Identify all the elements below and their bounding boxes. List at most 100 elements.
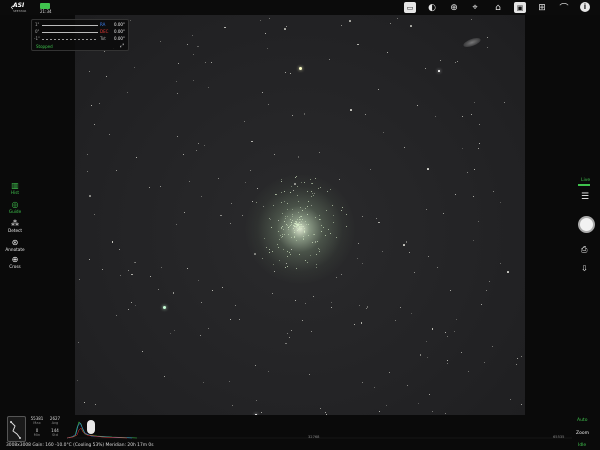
- star: [462, 116, 464, 118]
- star: [207, 328, 209, 330]
- star: [442, 213, 444, 215]
- star: [271, 292, 273, 294]
- star: [404, 146, 406, 148]
- star: [377, 89, 379, 91]
- star: [365, 307, 367, 309]
- star: [267, 371, 269, 373]
- expand-icon[interactable]: ⤢: [120, 43, 124, 49]
- star: [427, 168, 429, 170]
- cluster-star: [300, 220, 302, 222]
- star: [116, 315, 118, 317]
- star: [102, 268, 104, 270]
- star: [175, 224, 177, 226]
- star: [290, 329, 292, 331]
- star: [516, 364, 518, 366]
- tool-guide-label: Guide: [8, 209, 22, 214]
- star: [417, 402, 419, 404]
- star: [303, 112, 306, 115]
- star: [331, 307, 333, 309]
- cluster-star: [319, 250, 321, 252]
- star: [193, 80, 195, 82]
- compare-icon[interactable]: ▣: [514, 2, 526, 13]
- dome-icon[interactable]: ⌂: [492, 2, 504, 13]
- tool-guide[interactable]: ◎ Guide: [4, 200, 26, 214]
- star: [329, 59, 331, 60]
- star: [486, 289, 488, 291]
- star: [254, 364, 256, 366]
- stat-std: 144 Std: [48, 428, 62, 438]
- tool-detect[interactable]: ⁂ Detect: [4, 219, 26, 233]
- star: [361, 215, 364, 218]
- star: [169, 332, 171, 334]
- guide-graph-panel[interactable]: 1" RA 0.00" 0" DEC 0.00" -1" Tot 0.00" S…: [31, 19, 129, 51]
- star: [312, 296, 314, 298]
- tool-annotate[interactable]: ⊛ Annotate: [4, 238, 26, 252]
- star: [86, 170, 88, 172]
- telescope-icon[interactable]: ⌖: [469, 2, 481, 13]
- star: [262, 205, 264, 207]
- star: [473, 169, 475, 171]
- star: [128, 308, 130, 310]
- guide-label-total: Tot: [100, 36, 106, 41]
- star: [289, 337, 291, 339]
- star: [446, 362, 448, 364]
- star: [127, 270, 129, 271]
- cluster-star: [310, 190, 312, 192]
- star: [477, 147, 479, 149]
- star: [98, 102, 100, 104]
- star: [202, 382, 204, 384]
- save-icon[interactable]: ⇩: [581, 264, 588, 273]
- cluster-star: [287, 224, 289, 226]
- guide-line-ra: [42, 25, 98, 26]
- star: [473, 196, 475, 198]
- thumbnail-icon[interactable]: [7, 416, 26, 442]
- tool-cross-label: Cross: [9, 264, 21, 269]
- star: [158, 289, 160, 291]
- mount-icon[interactable]: ⌒: [558, 2, 570, 14]
- star: [176, 81, 178, 83]
- cluster-star: [309, 178, 311, 180]
- star: [254, 253, 256, 255]
- cluster-star: [295, 239, 297, 241]
- star: [286, 332, 288, 334]
- star: [471, 113, 473, 115]
- star: [403, 244, 405, 246]
- star: [136, 156, 138, 158]
- layout-icon[interactable]: ⊞: [536, 2, 548, 13]
- star: [474, 102, 476, 104]
- star: [199, 334, 201, 336]
- tool-cross[interactable]: ⊕ Cross: [4, 255, 26, 269]
- capture-button[interactable]: [578, 216, 595, 233]
- cluster-star: [345, 225, 347, 227]
- star: [440, 59, 442, 61]
- star: [386, 51, 388, 53]
- display-icon[interactable]: ▭: [404, 2, 416, 13]
- zoom-button[interactable]: Zoom: [576, 431, 589, 436]
- crosshair-icon[interactable]: ⊕: [448, 2, 460, 13]
- cluster-star: [290, 185, 292, 187]
- star: [89, 259, 91, 261]
- cluster-star: [294, 231, 296, 233]
- histogram-graph[interactable]: [67, 418, 572, 440]
- auto-stretch-button[interactable]: Auto: [577, 418, 587, 423]
- guide-value-ra: 0.00": [114, 22, 125, 27]
- star: [134, 262, 136, 264]
- star: [417, 105, 419, 107]
- histogram-stretch-handle[interactable]: [87, 420, 95, 434]
- contrast-icon[interactable]: ◐: [426, 2, 438, 13]
- star: [230, 222, 232, 224]
- cluster-star: [327, 190, 329, 192]
- histogram-curve-green: [67, 421, 138, 439]
- stat-avg-label: Avg: [51, 421, 59, 425]
- tool-histogram[interactable]: ▥ Hist: [4, 181, 26, 195]
- live-toggle[interactable]: Live: [581, 178, 590, 183]
- sky-image[interactable]: [75, 14, 525, 450]
- list-icon[interactable]: ☰: [581, 192, 589, 202]
- star: [159, 185, 161, 187]
- star: [455, 61, 457, 63]
- star: [208, 86, 210, 88]
- histogram-max-label: 65535: [553, 435, 565, 439]
- star: [479, 123, 481, 125]
- camera-icon[interactable]: ⎙: [581, 245, 587, 255]
- info-icon[interactable]: i: [580, 2, 590, 12]
